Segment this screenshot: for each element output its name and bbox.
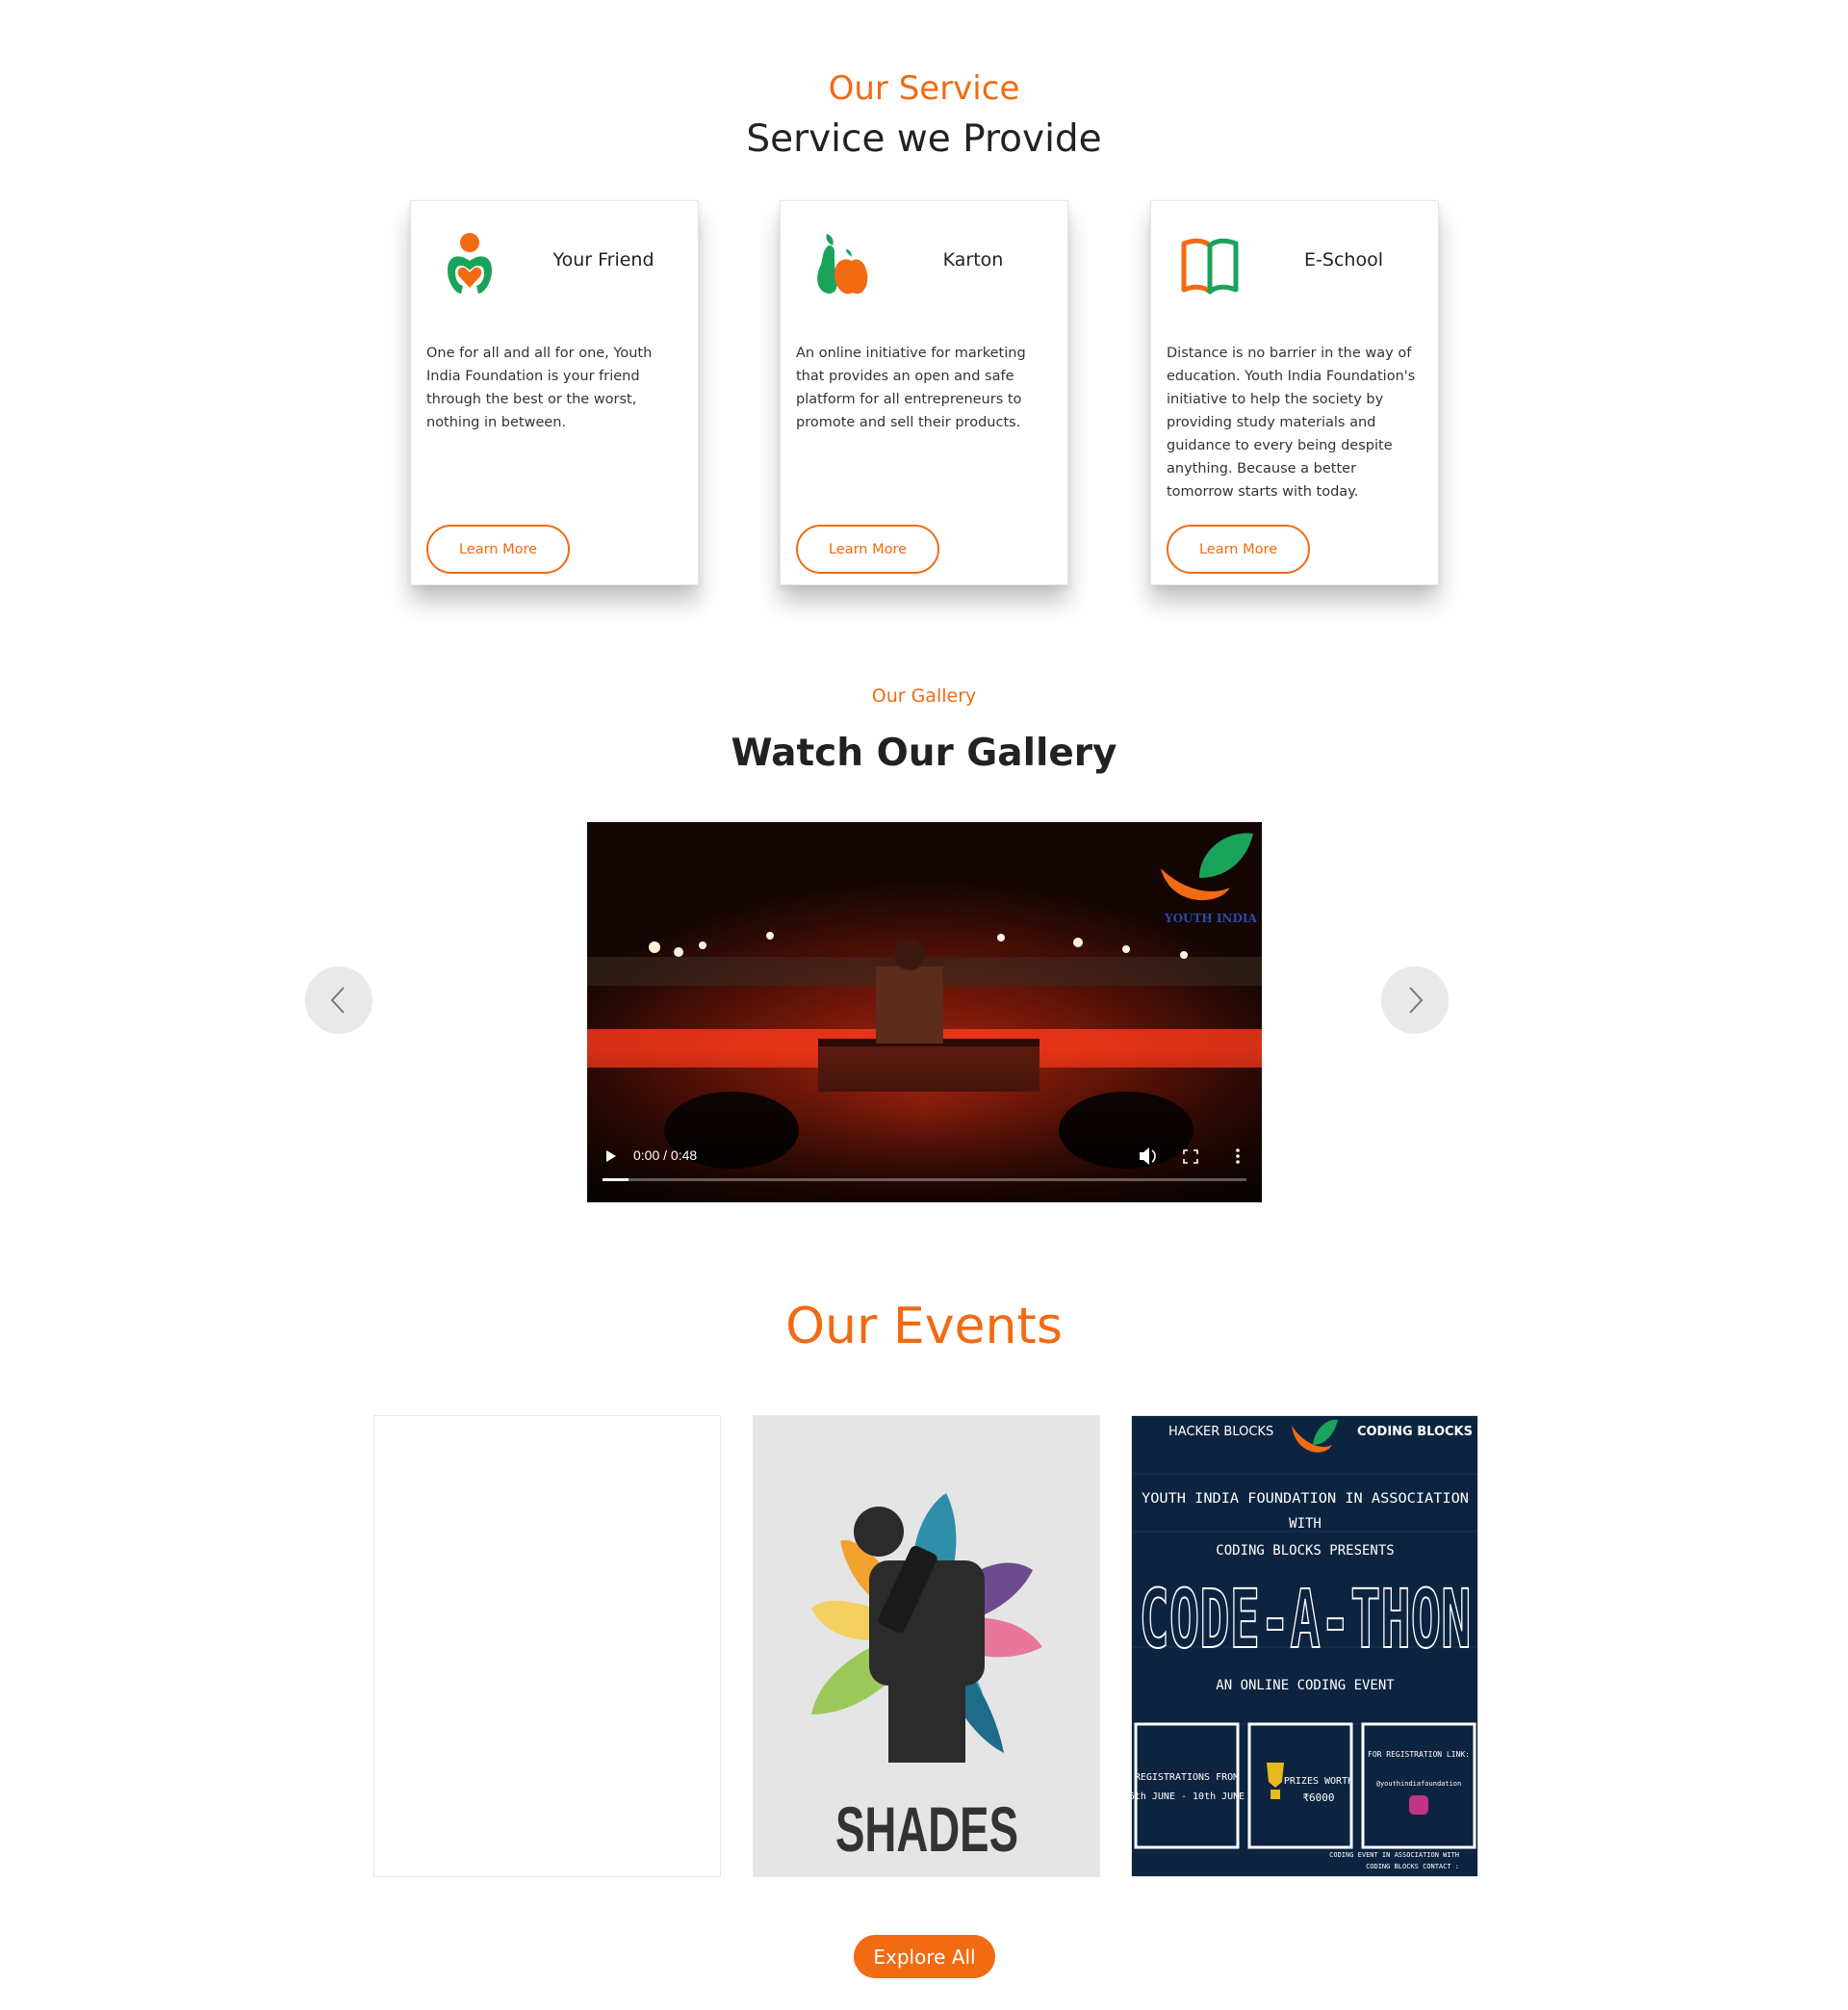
svg-text:6th JUNE - 10th JUNE: 6th JUNE - 10th JUNE — [1132, 1791, 1245, 1802]
shades-poster[interactable]: SHADES — [753, 1415, 1100, 1877]
explore-all-button[interactable]: Explore All — [854, 1935, 995, 1978]
fruit-icon — [817, 234, 868, 295]
shades-artwork: SHADES — [811, 1493, 1042, 1865]
svg-text:AN ONLINE CODING EVENT: AN ONLINE CODING EVENT — [1216, 1678, 1395, 1693]
coding-blocks-logo: CODING BLOCKS — [1357, 1425, 1473, 1439]
svg-text:REGISTRATIONS FROM: REGISTRATIONS FROM — [1135, 1772, 1239, 1783]
card-title: Karton — [942, 249, 1004, 271]
gallery-video-player[interactable]: YOUTH INDIA UTTAR PRADESH 0:00 / 0:48 — [587, 822, 1262, 1202]
svg-text:YOUTH INDIA FOUNDATION IN ASSO: YOUTH INDIA FOUNDATION IN ASSOCIATION — [1142, 1491, 1469, 1507]
events-title: Our Events — [785, 1298, 1063, 1355]
video-progress-bar[interactable] — [603, 1178, 1246, 1181]
chevron-left-icon — [330, 987, 345, 1014]
services-title: Service we Provide — [746, 117, 1102, 161]
card-description: Distance is no barrier in the way of edu… — [1167, 346, 1416, 500]
service-card-karton: Karton An online initiative for marketin… — [780, 200, 1068, 585]
code-a-thon-poster[interactable]: HACKER BLOCKS CODING BLOCKS YOUTH INDIA … — [1131, 1415, 1478, 1877]
open-book-icon — [1181, 238, 1239, 295]
service-card-e-school: E-School Distance is no barrier in the w… — [1150, 200, 1439, 585]
svg-text:FOR REGISTRATION LINK:: FOR REGISTRATION LINK: — [1368, 1750, 1470, 1759]
learn-more-button[interactable]: Learn More — [1167, 525, 1310, 574]
gallery-prev-button[interactable] — [305, 966, 372, 1034]
more-options-icon — [1236, 1148, 1240, 1164]
card-title: E-School — [1304, 249, 1383, 271]
concert-video-frame: YOUTH INDIA UTTAR PRADESH — [587, 822, 1262, 1202]
gallery-title: Watch Our Gallery — [731, 732, 1117, 775]
code-a-thon-artwork: HACKER BLOCKS CODING BLOCKS YOUTH INDIA … — [1132, 1416, 1477, 1876]
learn-more-button[interactable]: Learn More — [796, 525, 939, 574]
card-description: One for all and all for one, Youth India… — [426, 346, 653, 430]
svg-text:CODING EVENT IN ASSOCIATION WI: CODING EVENT IN ASSOCIATION WITH — [1329, 1851, 1459, 1859]
video-watermark: YOUTH INDIA UTTAR PRADESH — [1164, 912, 1262, 925]
code-a-thon-headline: CODE-A-THON — [1140, 1572, 1472, 1666]
services-subtitle: Our Service — [828, 69, 1020, 108]
hacker-blocks-logo: HACKER BLOCKS — [1168, 1425, 1273, 1439]
card-title: Your Friend — [552, 249, 654, 271]
svg-text:CODING BLOCKS CONTACT :: CODING BLOCKS CONTACT : — [1366, 1863, 1459, 1870]
svg-text:CODING BLOCKS PRESENTS: CODING BLOCKS PRESENTS — [1216, 1543, 1394, 1559]
card-description: An online initiative for marketing that … — [796, 346, 1026, 430]
svg-text:WITH: WITH — [1289, 1516, 1322, 1532]
friend-heart-icon — [448, 233, 492, 294]
gallery-subtitle: Our Gallery — [871, 685, 977, 707]
video-time: 0:00 / 0:48 — [633, 1147, 698, 1163]
video-progress-fill — [603, 1178, 629, 1181]
learn-more-button[interactable]: Learn More — [426, 525, 570, 574]
gallery-next-button[interactable] — [1381, 966, 1449, 1034]
svg-text:₹6000: ₹6000 — [1302, 1791, 1334, 1804]
svg-text:PRIZES WORTH: PRIZES WORTH — [1284, 1776, 1353, 1787]
blank-event-poster[interactable] — [373, 1415, 721, 1877]
svg-text:@youthindiafoundation: @youthindiafoundation — [1376, 1780, 1462, 1788]
instagram-icon — [1409, 1795, 1428, 1815]
shades-text: SHADES — [835, 1793, 1018, 1865]
chevron-right-icon — [1409, 987, 1424, 1014]
service-card-your-friend: Your Friend One for all and all for one,… — [410, 200, 699, 585]
